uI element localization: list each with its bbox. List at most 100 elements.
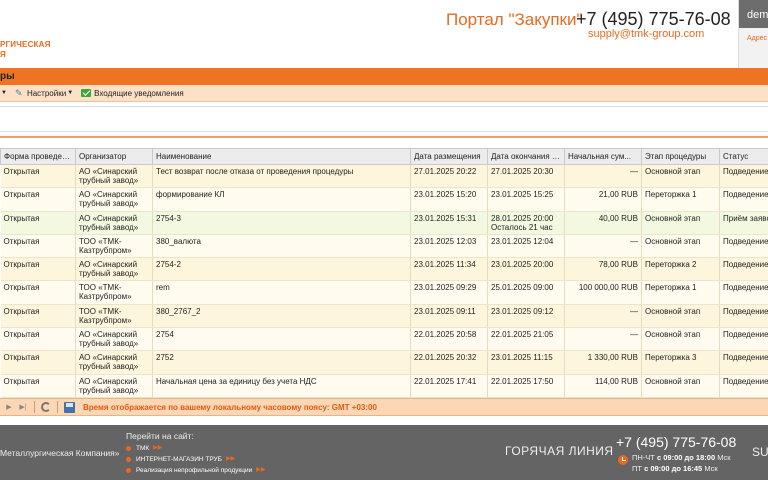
table-cell: ТОО «ТМК-Казтрубпром» <box>75 304 153 329</box>
table-cell: Подведение <box>719 350 768 375</box>
header-email-link[interactable]: supply@tmk-group.com <box>588 28 704 40</box>
table-cell: Подведение <box>719 280 768 305</box>
table-cell: Открытая <box>0 350 76 375</box>
table-cell: 22.01.2025 20:58 <box>410 327 488 352</box>
company-logo[interactable]: РГИЧЕСКАЯ Я <box>0 40 51 60</box>
table-row[interactable]: Открытая ТОО «ТМК-Казтрубпром» rem 23.01.20… <box>0 280 768 305</box>
column-header[interactable]: Форма проведения <box>0 148 76 165</box>
table-cell: 25.01.2025 09:00 <box>487 280 565 305</box>
arrow-right-icon: ▶▶ <box>225 456 236 462</box>
hotline-label: ГОРЯЧАЯ ЛИНИЯ <box>505 444 614 458</box>
footer-link-label: ТМК <box>136 445 150 452</box>
table-cell: АО «Синарский трубный завод» <box>75 374 153 398</box>
table-row[interactable]: Открытая АО «Синарский трубный завод» 2752… <box>0 350 768 375</box>
table-cell: 2754-2 <box>152 257 411 282</box>
pager-separator <box>57 401 58 413</box>
section-title: ры <box>0 71 15 82</box>
table-cell: 23.01.2025 15:25 <box>487 187 565 212</box>
toolbar-menu-dropdown[interactable]: ▼ <box>0 90 7 96</box>
table-row[interactable]: Открытая АО «Синарский трубный завод» 2754… <box>0 327 768 352</box>
next-page-icon[interactable]: ▶ <box>4 402 14 412</box>
column-header[interactable]: Начальная сум... <box>564 148 642 165</box>
pager-separator <box>34 401 35 413</box>
table-row[interactable]: Открытая ТОО «ТМК-Казтрубпром» 380_2767_2 2… <box>0 304 768 329</box>
page-footer: Металлургическая Компания» Перейти на са… <box>0 425 768 480</box>
table-cell: Подведение <box>719 164 768 189</box>
table-cell: формирование КЛ <box>152 187 411 212</box>
table-cell: АО «Синарский трубный завод» <box>75 211 153 235</box>
footer-link-shop[interactable]: ИНТЕРНЕТ-МАГАЗИН ТРУБ ▶▶ <box>126 454 265 465</box>
table-cell: 40,00 RUB <box>564 211 642 235</box>
search-filter-input[interactable] <box>0 106 768 132</box>
column-header[interactable]: Этап процедуры <box>641 148 720 165</box>
table-row[interactable]: Открытая АО «Синарский трубный завод» 2754… <box>0 257 768 282</box>
settings-label: Настройки <box>26 88 67 98</box>
table-row[interactable]: Открытая АО «Синарский трубный завод» Тест… <box>0 164 768 189</box>
notifications-label: Входящие уведомления <box>94 88 184 98</box>
table-cell: ТОО «ТМК-Казтрубпром» <box>75 280 153 305</box>
table-cell: АО «Синарский трубный завод» <box>75 257 153 282</box>
column-header[interactable]: Организатор <box>75 148 153 165</box>
column-header[interactable]: Дата размещения <box>410 148 488 165</box>
table-cell: 27.01.2025 20:30 <box>487 164 565 189</box>
grid-toolbar: ▼ ✎ Настройки ▼ Входящие уведомления <box>0 85 768 102</box>
table-row[interactable]: Открытая АО «Синарский трубный завод» Нача… <box>0 374 768 398</box>
table-cell: Подведение <box>719 327 768 352</box>
chevron-down-icon: ▼ <box>1 90 7 96</box>
table-cell: — <box>564 304 642 329</box>
table-cell: Переторжка 1 <box>641 280 720 305</box>
table-row[interactable]: Открытая ТОО «ТМК-Казтрубпром» 380_валюта 2… <box>0 234 768 259</box>
table-cell: 114,00 RUB <box>564 374 642 398</box>
settings-menu-button[interactable]: ✎ Настройки ▼ <box>15 88 73 98</box>
column-header[interactable]: Наименование <box>152 148 411 165</box>
table-cell: Открытая <box>0 211 76 235</box>
table-cell: 23.01.2025 12:04 <box>487 234 565 259</box>
portal-title: Портал "Закупки" <box>446 10 583 29</box>
table-row[interactable]: Открытая АО «Синарский трубный завод» 2754… <box>0 211 768 235</box>
footer-company: Металлургическая Компания» <box>0 448 120 458</box>
schedule-line-2: ПТ с 09:00 до 16:45 Мск <box>632 464 718 473</box>
section-title-bar: ры <box>0 68 768 85</box>
table-cell: 2754-3 <box>152 211 411 235</box>
column-header[interactable]: Статус <box>719 148 768 165</box>
table-cell: Основной этап <box>641 234 720 259</box>
chevron-down-icon: ▼ <box>67 90 74 96</box>
table-cell: АО «Синарский трубный завод» <box>75 327 153 352</box>
table-cell: Переторжка 2 <box>641 257 720 282</box>
table-cell: АО «Синарский трубный завод» <box>75 164 153 189</box>
column-header[interactable]: Дата окончания п... <box>487 148 565 165</box>
last-page-icon[interactable]: ▶| <box>18 402 28 412</box>
table-cell: 22.01.2025 20:32 <box>410 350 488 375</box>
table-cell: АО «Синарский трубный завод» <box>75 187 153 212</box>
table-cell: Открытая <box>0 280 76 305</box>
table-cell: 23.01.2025 11:34 <box>410 257 488 282</box>
table-cell: 28.01.2025 20:00 Осталось 21 час <box>487 211 565 235</box>
table-cell: ТОО «ТМК-Казтрубпром» <box>75 234 153 259</box>
refresh-icon[interactable] <box>41 402 51 412</box>
footer-links: ТМК ▶▶ ИНТЕРНЕТ-МАГАЗИН ТРУБ ▶▶ Реализация… <box>126 443 265 476</box>
footer-link-tmk[interactable]: ТМК ▶▶ <box>126 443 265 454</box>
user-address-label[interactable]: Адрес <box>739 28 768 42</box>
filter-area <box>0 102 768 138</box>
user-name[interactable]: demo <box>739 0 768 28</box>
footer-link-nonprofile[interactable]: Реализация непрофильной продукции ▶▶ <box>126 465 265 476</box>
logo-text-line1: РГИЧЕСКАЯ <box>0 40 51 49</box>
schedule-line-1: ПН-ЧТ с 09:00 до 18:00 Мск <box>632 453 731 462</box>
user-panel: demo Адрес <box>738 0 768 68</box>
table-cell: 23.01.2025 20:00 <box>487 257 565 282</box>
table-cell: 78,00 RUB <box>564 257 642 282</box>
table-cell: — <box>564 234 642 259</box>
table-cell: 23.01.2025 09:12 <box>487 304 565 329</box>
table-row[interactable]: Открытая АО «Синарский трубный завод» форм… <box>0 187 768 212</box>
footer-phone: +7 (495) 775-76-08 <box>616 434 737 450</box>
wrench-icon: ✎ <box>14 88 23 98</box>
table-cell: Подведение <box>719 257 768 282</box>
inbox-notifications-button[interactable]: Входящие уведомления <box>81 89 184 98</box>
save-icon[interactable] <box>64 401 75 413</box>
table-cell: Подведение <box>719 187 768 212</box>
table-cell: 23.01.2025 09:11 <box>410 304 488 329</box>
table-cell: 23.01.2025 11:15 <box>487 350 565 375</box>
table-cell: Основной этап <box>641 374 720 398</box>
table-cell: Подведение <box>719 374 768 398</box>
table-cell: Открытая <box>0 164 76 189</box>
